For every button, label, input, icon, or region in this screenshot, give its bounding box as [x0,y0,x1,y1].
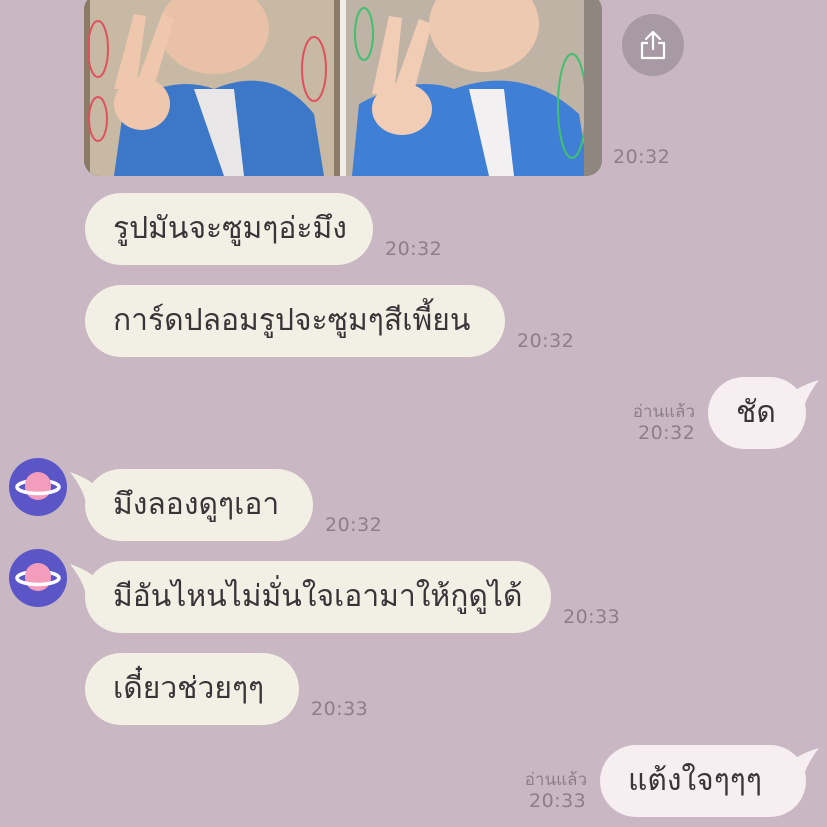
read-receipt: อ่านแล้ว [632,402,695,422]
timestamp: 20:32 [613,146,671,168]
planet-icon [15,563,61,591]
message-text: รูปมันจะซูมๆอ่ะมึง [113,211,347,246]
message-text: มีอันไหนไม่มั่นใจเอามาให้กูดูได้ [113,579,523,614]
planet-icon [15,472,61,500]
message-bubble[interactable]: มึงลองดูๆเอา [85,469,313,541]
timestamp: 20:32 [325,514,383,536]
message-bubble[interactable]: ชัด [708,377,806,449]
timestamp: 20:33 [311,698,369,720]
message-bubble[interactable]: รูปมันจะซูมๆอ่ะมึง [85,193,373,265]
avatar[interactable] [9,549,67,607]
timestamp: 20:33 [563,606,621,628]
timestamp: 20:33 [529,790,587,812]
avatar[interactable] [9,458,67,516]
message-text: การ์ดปลอมรูปจะซูมๆสีเพี้ยน [113,303,471,338]
message-bubble[interactable]: แต้งใจๆๆๆ [600,745,806,817]
timestamp: 20:32 [385,238,443,260]
timestamp: 20:32 [517,330,575,352]
share-icon [640,30,666,60]
message-text: มึงลองดูๆเอา [113,487,280,522]
message-text: เดี๋ยวช่วยๆๆ [113,671,265,706]
message-bubble[interactable]: มีอันไหนไม่มั่นใจเอามาให้กูดูได้ [85,561,551,633]
shared-photo[interactable] [84,0,602,176]
read-receipt: อ่านแล้ว [524,770,587,790]
message-bubble[interactable]: เดี๋ยวช่วยๆๆ [85,653,299,725]
share-button[interactable] [622,14,684,76]
message-bubble[interactable]: การ์ดปลอมรูปจะซูมๆสีเพี้ยน [85,285,505,357]
message-text: ชัด [736,395,776,430]
message-text: แต้งใจๆๆๆ [628,763,763,798]
timestamp: 20:32 [638,422,696,444]
